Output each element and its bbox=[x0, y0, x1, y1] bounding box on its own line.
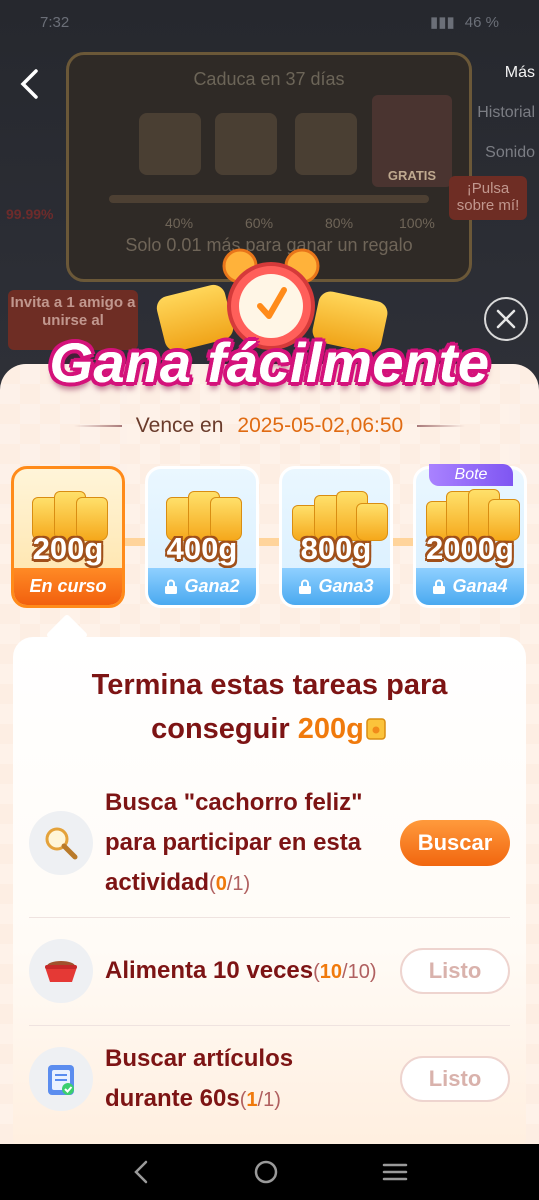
tier-amount: 200g bbox=[32, 531, 104, 566]
tier-amount: 2000g bbox=[426, 531, 514, 566]
more-link[interactable]: Más bbox=[505, 64, 535, 82]
close-icon bbox=[496, 309, 516, 329]
expire-date: 2025-05-02,06:50 bbox=[237, 414, 404, 437]
task-divider bbox=[29, 1025, 510, 1026]
task-divider bbox=[29, 917, 510, 918]
gift-box-icon bbox=[215, 113, 277, 175]
lock-icon bbox=[299, 579, 312, 594]
signal-icon: ▮▮▮ bbox=[430, 14, 455, 31]
tasks-title-line1: Termina estas tareas para bbox=[91, 669, 448, 701]
tasks-card: Termina estas tareas para conseguir 200g… bbox=[13, 637, 526, 1157]
done-button[interactable]: Listo bbox=[400, 948, 510, 994]
divider-line bbox=[73, 425, 122, 427]
task-row: Buscar artículos durante 60s(1/1) Listo bbox=[29, 1039, 510, 1119]
task-progress-total: 10 bbox=[347, 960, 370, 983]
tier-status: En curso bbox=[14, 568, 122, 605]
task-progress-total: 1 bbox=[263, 1088, 275, 1111]
magnifier-icon bbox=[29, 811, 93, 875]
task-progress: (10/10) bbox=[313, 960, 377, 983]
status-icons: ▮▮▮ 46 % bbox=[430, 13, 499, 32]
task-text: Alimenta 10 veces(10/10) bbox=[105, 951, 385, 992]
free-label: GRATIS bbox=[387, 168, 437, 183]
history-link[interactable]: Historial bbox=[477, 104, 535, 122]
tasks-title-prefix: conseguir bbox=[151, 713, 290, 745]
pulse-bubble[interactable]: ¡Pulsa sobre mí! bbox=[449, 176, 527, 220]
task-progress: (0/1) bbox=[209, 872, 251, 895]
tier-amount: 800g bbox=[300, 531, 372, 566]
card-expire-text: Caduca en 37 días bbox=[193, 69, 345, 89]
lock-icon bbox=[165, 579, 178, 594]
gift-progress-bar bbox=[109, 195, 429, 203]
battery-level: 46 % bbox=[464, 13, 499, 31]
tier-card-4[interactable]: 2000g Gana4 bbox=[413, 466, 527, 608]
tier-card-3[interactable]: 800g Gana3 bbox=[279, 466, 393, 608]
gold-sack-icon bbox=[366, 718, 386, 740]
nav-home-icon[interactable] bbox=[253, 1159, 279, 1185]
tier-label: Gana4 bbox=[452, 576, 508, 596]
task-row: Busca "cachorro feliz" para participar e… bbox=[29, 783, 510, 903]
nav-back-icon[interactable] bbox=[131, 1159, 151, 1185]
task-row: Alimenta 10 veces(10/10) Listo bbox=[29, 931, 510, 1011]
done-button[interactable]: Listo bbox=[400, 1056, 510, 1102]
tier-status: Gana4 bbox=[416, 568, 524, 605]
search-button[interactable]: Buscar bbox=[400, 820, 510, 866]
progress-step: 80% bbox=[325, 215, 354, 231]
task-progress-done: 0 bbox=[215, 872, 227, 895]
jackpot-badge: Bote bbox=[429, 464, 513, 486]
tasks-title-amount: 200g bbox=[297, 713, 364, 745]
task-text: Busca "cachorro feliz" para participar e… bbox=[105, 783, 385, 904]
pet-bowl-icon bbox=[29, 939, 93, 1003]
gift-box-icon bbox=[139, 113, 201, 175]
chevron-left-icon bbox=[20, 69, 38, 99]
lock-icon bbox=[433, 579, 446, 594]
progress-step: 100% bbox=[399, 215, 435, 231]
system-nav-bar bbox=[0, 1144, 539, 1200]
tier-amount: 400g bbox=[166, 531, 238, 566]
tier-status: Gana2 bbox=[148, 568, 256, 605]
status-bar: 7:32 ▮▮▮ 46 % bbox=[0, 0, 539, 44]
status-time: 7:32 bbox=[40, 13, 70, 31]
tasks-title-line2: conseguir 200g bbox=[13, 707, 526, 751]
task-progress: (1/1) bbox=[239, 1088, 281, 1111]
progress-step: 40% bbox=[165, 215, 194, 231]
tier-status: Gana3 bbox=[282, 568, 390, 605]
task-progress-total: 1 bbox=[232, 872, 244, 895]
sound-link[interactable]: Sonido bbox=[485, 144, 535, 162]
tier-card-1[interactable]: 200g En curso bbox=[11, 466, 125, 608]
tasks-title: Termina estas tareas para conseguir 200g bbox=[13, 663, 526, 751]
gift-box-icon bbox=[295, 113, 357, 175]
free-prize: GRATIS bbox=[372, 95, 452, 187]
nav-recents-icon[interactable] bbox=[382, 1161, 408, 1183]
divider-line bbox=[417, 425, 466, 427]
tier-label: En curso bbox=[29, 576, 107, 596]
clipboard-check-icon bbox=[29, 1047, 93, 1111]
task-progress-done: 1 bbox=[246, 1088, 258, 1111]
back-button[interactable] bbox=[14, 64, 44, 104]
modal-title: Gana fácilmente bbox=[49, 331, 490, 394]
task-description: Alimenta 10 veces bbox=[105, 956, 314, 984]
tier-label: Gana3 bbox=[318, 576, 374, 596]
progress-step: 60% bbox=[245, 215, 274, 231]
expire-row: Vence en 2025-05-02,06:50 bbox=[0, 414, 539, 438]
tier-card-2[interactable]: 400g Gana2 bbox=[145, 466, 259, 608]
task-progress-done: 10 bbox=[319, 960, 343, 983]
expire-label: Vence en bbox=[135, 414, 224, 437]
task-text: Buscar artículos durante 60s(1/1) bbox=[105, 1039, 385, 1120]
current-percent: 99.99% bbox=[6, 206, 54, 222]
tier-label: Gana2 bbox=[184, 576, 240, 596]
